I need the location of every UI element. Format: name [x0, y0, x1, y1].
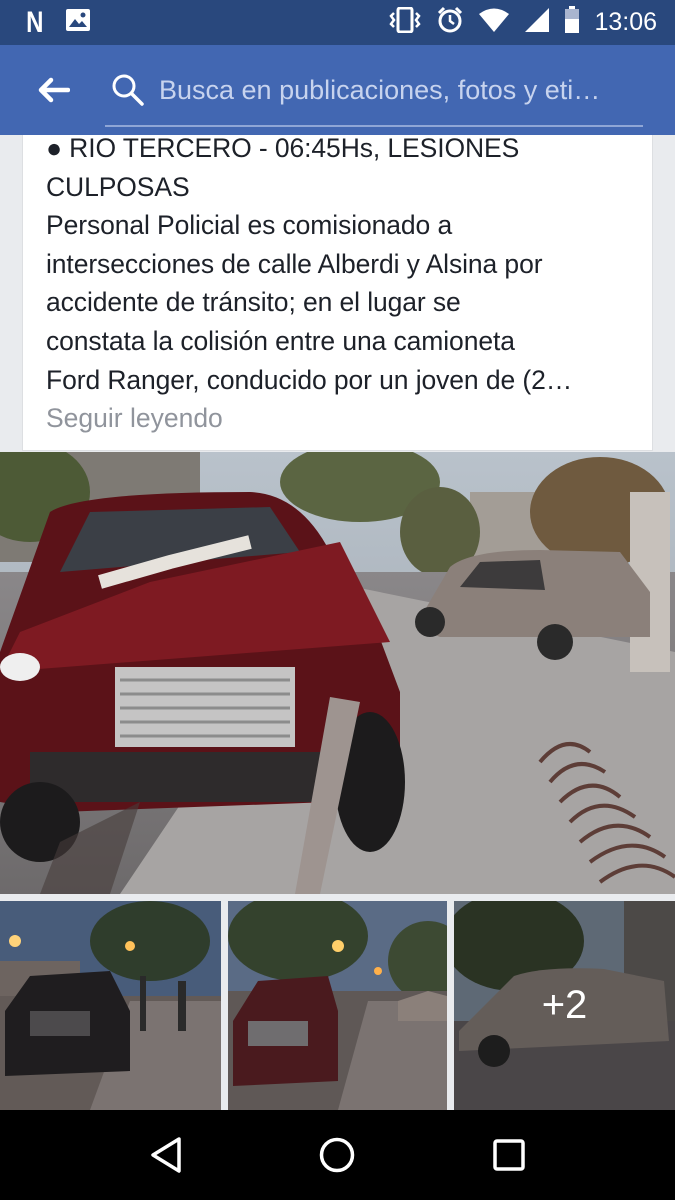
signal-icon — [524, 7, 550, 38]
post-line: Personal Policial es comisionado a — [46, 210, 453, 241]
vibrate-icon — [388, 6, 422, 38]
thumbnail-image — [0, 901, 221, 1110]
photo-thumbnails: +2 — [0, 901, 675, 1110]
status-bar: N 13:06 — [0, 0, 675, 45]
search-field[interactable] — [105, 55, 643, 127]
post-card: ● RIO TERCERO - 06:45Hs, LESIONES CULPOS… — [22, 133, 653, 451]
post-line: ● RIO TERCERO - 06:45Hs, LESIONES — [46, 133, 520, 163]
navigation-bar — [0, 1110, 675, 1200]
search-icon — [112, 74, 144, 106]
more-photos-count: +2 — [454, 901, 675, 1110]
gallery-icon — [65, 8, 91, 37]
back-button[interactable] — [0, 45, 105, 135]
thumbnail-image — [228, 901, 447, 1110]
crash-photo-image — [0, 452, 675, 894]
wifi-icon — [478, 7, 510, 38]
recents-square-icon — [493, 1139, 525, 1171]
home-circle-icon — [320, 1137, 355, 1173]
battery-icon — [564, 6, 580, 39]
post-line: intersecciones de calle Alberdi y Alsina… — [46, 248, 543, 279]
back-arrow-icon — [38, 77, 70, 103]
search-header — [0, 45, 675, 135]
nav-home-button[interactable] — [302, 1120, 372, 1190]
nav-back-button[interactable] — [131, 1120, 201, 1190]
post-text: ● RIO TERCERO - 06:45Hs, LESIONES CULPOS… — [46, 129, 632, 399]
screen: N 13:06 Busca en publicaciones, fotos y … — [0, 0, 675, 1200]
post-line: constata la colisión entre una camioneta — [46, 325, 515, 356]
clock: 13:06 — [594, 8, 657, 36]
thumbnail-photo-more[interactable]: +2 — [454, 901, 675, 1110]
nav-recents-button[interactable] — [474, 1120, 544, 1190]
main-photo[interactable] — [0, 452, 675, 894]
post-line: accidente de tránsito; en el lugar se — [46, 287, 461, 318]
netflix-icon: N — [26, 5, 43, 39]
search-input[interactable] — [159, 74, 639, 106]
thumbnail-photo[interactable] — [228, 901, 447, 1110]
back-triangle-icon — [151, 1137, 181, 1173]
post-line: CULPOSAS — [46, 171, 190, 202]
see-more-link[interactable]: Seguir leyendo — [46, 399, 632, 438]
post-line: Ford Ranger, conducido por un joven de (… — [46, 364, 573, 395]
alarm-icon — [436, 6, 464, 39]
thumbnail-photo[interactable] — [0, 901, 221, 1110]
